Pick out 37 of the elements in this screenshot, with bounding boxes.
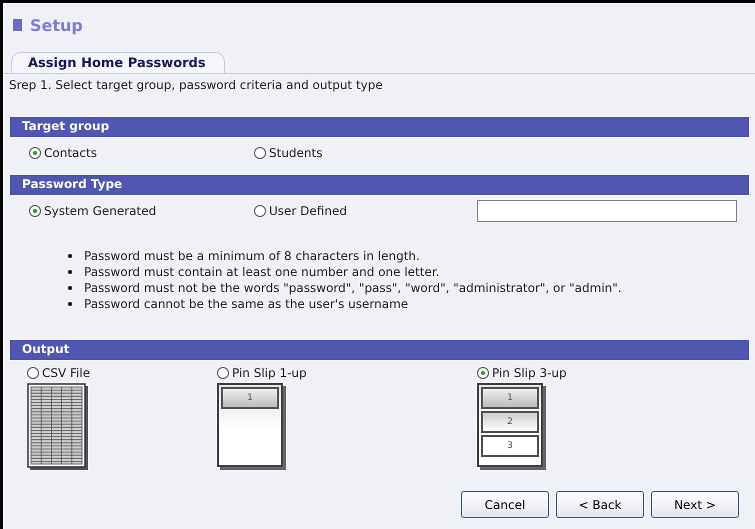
step-instructions: Srep 1. Select target group, password criteria and output type [8, 77, 384, 94]
section-header: Output [10, 340, 749, 360]
bullet-icon [68, 302, 72, 306]
tab[interactable]: Assign Home Passwords [11, 52, 225, 73]
bullet-icon [68, 270, 72, 274]
option-label: System Generated [44, 204, 156, 218]
rule-text: Password must not be the words "password", "pass", "word", "administrator", or "admin". [84, 280, 622, 296]
slip-slot: 1 [221, 387, 279, 409]
radio-button[interactable] [254, 147, 266, 159]
rule-text: Password must contain at least one number and one letter. [84, 264, 440, 280]
spreadsheet-icon [27, 383, 89, 471]
radio-button[interactable] [217, 367, 229, 379]
radio-button[interactable] [29, 147, 41, 159]
bullet-icon [68, 286, 72, 290]
bullet-icon [68, 254, 72, 258]
password-field[interactable] [477, 200, 737, 222]
option-label: Contacts [44, 146, 97, 160]
slip-slot: 1 [481, 387, 539, 409]
radio-button[interactable] [29, 205, 41, 217]
option-label: Students [269, 146, 322, 160]
radio-button[interactable] [254, 205, 266, 217]
rule-text: Password cannot be the same as the user's username [84, 296, 408, 312]
option-label: Pin Slip 3-up [492, 366, 567, 380]
slip-slot: 3 [481, 435, 539, 457]
slip-slot: 2 [481, 411, 539, 433]
radio-button[interactable] [27, 367, 39, 379]
wizard-button[interactable]: Cancel [461, 491, 549, 518]
rule-text: Password must be a minimum of 8 characters in length. [84, 248, 420, 264]
section-header: Password Type [10, 175, 749, 195]
option-label: User Defined [269, 204, 347, 218]
wizard-button[interactable]: < Back [556, 491, 644, 518]
page-title: Setup [30, 16, 83, 34]
wizard-button[interactable]: Next > [651, 491, 739, 518]
option-label: Pin Slip 1-up [232, 366, 307, 380]
option-label: CSV File [42, 366, 90, 380]
section-header: Target group [10, 117, 749, 137]
radio-button[interactable] [477, 367, 489, 379]
